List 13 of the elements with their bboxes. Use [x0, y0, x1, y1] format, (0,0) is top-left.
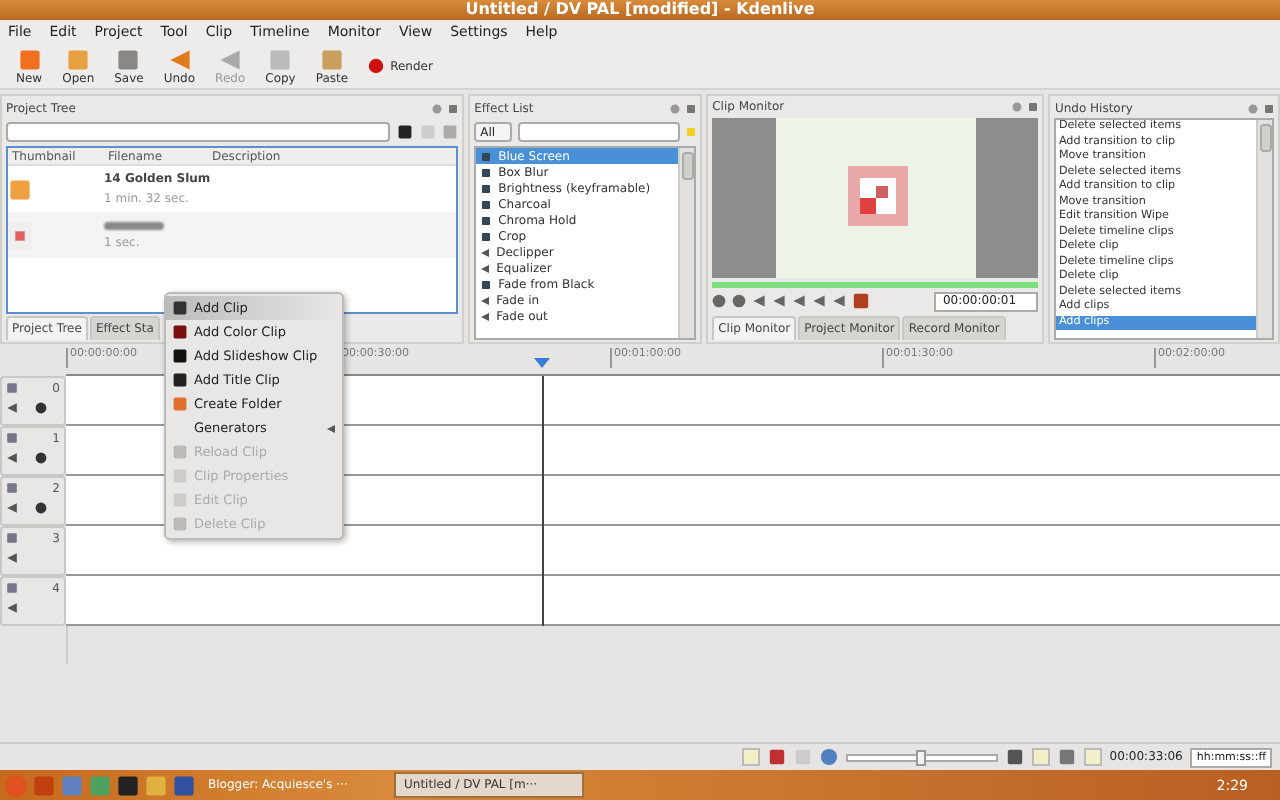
undo-arrow-icon: [167, 47, 192, 71]
slider-thumb[interactable]: [915, 749, 926, 765]
search-field[interactable]: [6, 122, 391, 142]
window-title: Untitled / DV PAL [modified] - Kdenlive: [0, 0, 1280, 20]
scrollbar[interactable]: [1256, 120, 1272, 338]
submenu-arrow-icon: [326, 423, 336, 433]
blurred-name: [104, 221, 164, 229]
record-icon: [368, 58, 385, 74]
image-thumbnail: [8, 221, 32, 249]
zoom-slider[interactable]: [845, 753, 998, 761]
scrollbar[interactable]: [678, 148, 695, 338]
redo-arrow-icon: [218, 47, 243, 71]
search-field[interactable]: [518, 122, 681, 142]
